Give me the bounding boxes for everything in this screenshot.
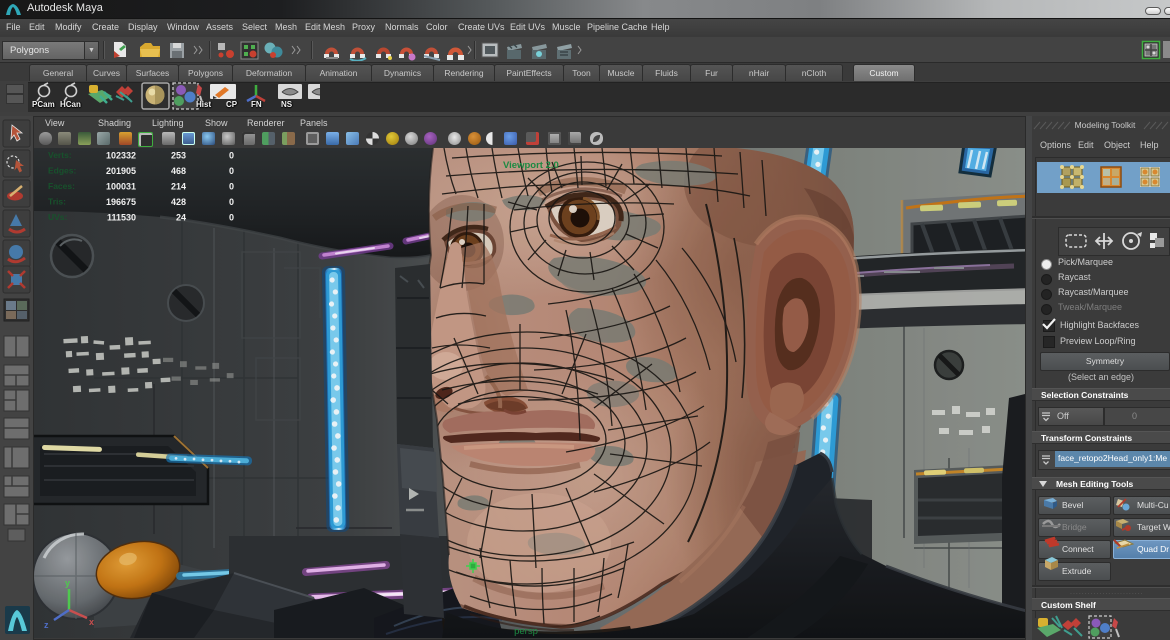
svg-text:0: 0 xyxy=(229,213,234,223)
svg-text:Tris:: Tris: xyxy=(48,197,66,207)
svg-text:214: 214 xyxy=(171,182,186,192)
svg-text:UVs:: UVs: xyxy=(48,212,68,222)
svg-text:Viewport 2.0: Viewport 2.0 xyxy=(503,160,559,171)
svg-text:Connect: Connect xyxy=(1062,544,1094,554)
svg-text:Quad Dr: Quad Dr xyxy=(1137,544,1169,554)
svg-text:Verts:: Verts: xyxy=(48,150,72,160)
svg-text:persp: persp xyxy=(514,626,538,637)
svg-text:Bridge: Bridge xyxy=(1062,522,1087,532)
svg-text:201905: 201905 xyxy=(106,166,136,176)
svg-text:111530: 111530 xyxy=(107,213,136,223)
svg-text:Extrude: Extrude xyxy=(1062,566,1092,576)
svg-text:Modeling Toolkit: Modeling Toolkit xyxy=(1075,120,1136,130)
svg-text:196675: 196675 xyxy=(106,197,136,207)
svg-text:z: z xyxy=(44,620,49,630)
svg-text:0: 0 xyxy=(229,182,234,192)
svg-text:Multi-Cu: Multi-Cu xyxy=(1137,500,1169,510)
svg-text:428: 428 xyxy=(171,197,186,207)
svg-text:253: 253 xyxy=(171,151,186,161)
svg-text:0: 0 xyxy=(229,166,234,176)
svg-text:Target W: Target W xyxy=(1137,522,1170,532)
svg-text:24: 24 xyxy=(176,213,186,223)
svg-text:468: 468 xyxy=(171,166,186,176)
svg-text:0: 0 xyxy=(229,197,234,207)
svg-text:Faces:: Faces: xyxy=(48,181,75,191)
svg-text:Bevel: Bevel xyxy=(1062,500,1083,510)
svg-text:y: y xyxy=(65,578,70,588)
svg-text:x: x xyxy=(89,617,94,627)
svg-text:Edges:: Edges: xyxy=(48,166,77,176)
svg-text:102332: 102332 xyxy=(106,151,136,161)
svg-text:0: 0 xyxy=(229,151,234,161)
svg-text:100031: 100031 xyxy=(106,182,136,192)
